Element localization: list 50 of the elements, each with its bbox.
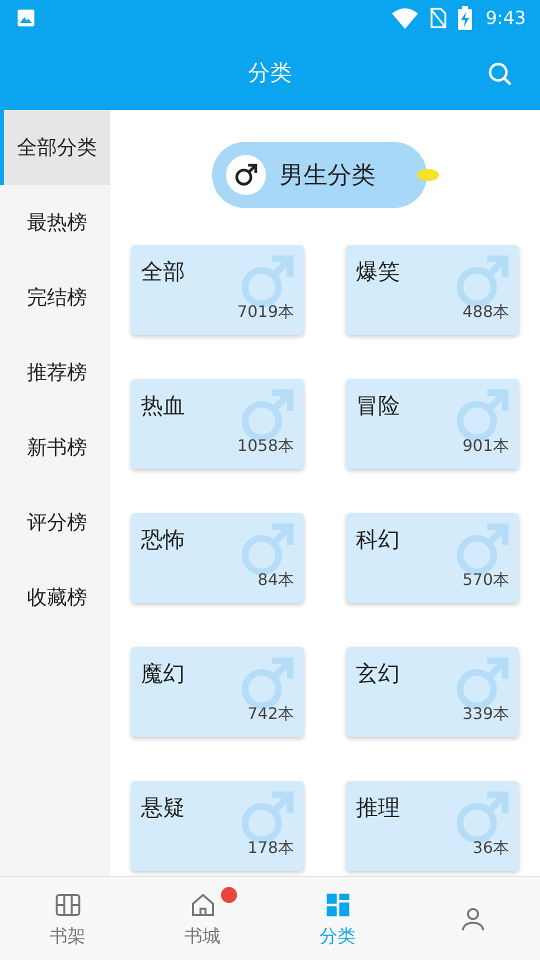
notification-dot xyxy=(221,887,237,903)
sidebar-item[interactable]: 收藏榜 xyxy=(0,560,110,635)
category-name: 魔幻 xyxy=(141,661,185,689)
battery-charging-icon xyxy=(458,6,472,30)
sidebar-item[interactable]: 新书榜 xyxy=(0,410,110,485)
category-count: 570本 xyxy=(462,570,509,591)
category-name: 恐怖 xyxy=(141,527,185,555)
category-count: 84本 xyxy=(258,570,294,591)
category-card[interactable]: 爆笑 488本 xyxy=(346,245,519,335)
category-card[interactable]: 全部 7019本 xyxy=(131,245,304,335)
category-name: 热血 xyxy=(141,393,185,421)
category-name: 冒险 xyxy=(356,393,400,421)
sidebar-item[interactable]: 最热榜 xyxy=(0,185,110,260)
category-count: 178本 xyxy=(247,838,294,859)
category-card[interactable]: 热血 1058本 xyxy=(131,379,304,469)
category-card[interactable]: 推理 36本 xyxy=(346,781,519,871)
category-count: 1058本 xyxy=(237,436,294,457)
status-time: 9:43 xyxy=(486,8,526,28)
male-icon xyxy=(226,155,266,195)
category-card[interactable]: 恐怖 84本 xyxy=(131,513,304,603)
category-card[interactable]: 科幻 570本 xyxy=(346,513,519,603)
sidebar-item[interactable]: 推荐榜 xyxy=(0,335,110,410)
category-count: 36本 xyxy=(472,838,509,859)
category-count: 488本 xyxy=(462,302,509,323)
toggle-knob-icon xyxy=(416,169,438,181)
sidebar-item[interactable]: 完结榜 xyxy=(0,260,110,335)
nav-tab[interactable]: 书城 xyxy=(135,877,270,960)
page-title: 分类 xyxy=(248,60,292,88)
category-card[interactable]: 魔幻 742本 xyxy=(131,647,304,737)
sidebar-item[interactable]: 评分榜 xyxy=(0,485,110,560)
nav-tab[interactable]: 书架 xyxy=(0,877,135,960)
category-card[interactable]: 冒险 901本 xyxy=(346,379,519,469)
category-card[interactable]: 悬疑 178本 xyxy=(131,781,304,871)
category-name: 悬疑 xyxy=(141,795,185,823)
search-button[interactable] xyxy=(486,60,514,88)
category-name: 科幻 xyxy=(356,527,400,555)
category-name: 推理 xyxy=(356,795,400,823)
category-name: 全部 xyxy=(141,259,185,287)
category-count: 742本 xyxy=(247,704,294,725)
category-count: 339本 xyxy=(462,704,509,725)
gender-toggle[interactable]: 男生分类 xyxy=(212,142,426,208)
category-card[interactable]: 玄幻 339本 xyxy=(346,647,519,737)
image-icon xyxy=(16,8,36,28)
category-name: 爆笑 xyxy=(356,259,400,287)
category-count: 901本 xyxy=(462,436,509,457)
wifi-icon xyxy=(392,7,418,29)
no-sim-icon xyxy=(428,7,448,29)
category-count: 7019本 xyxy=(237,302,294,323)
category-name: 玄幻 xyxy=(356,661,400,689)
sidebar-item[interactable]: 全部分类 xyxy=(0,110,110,185)
